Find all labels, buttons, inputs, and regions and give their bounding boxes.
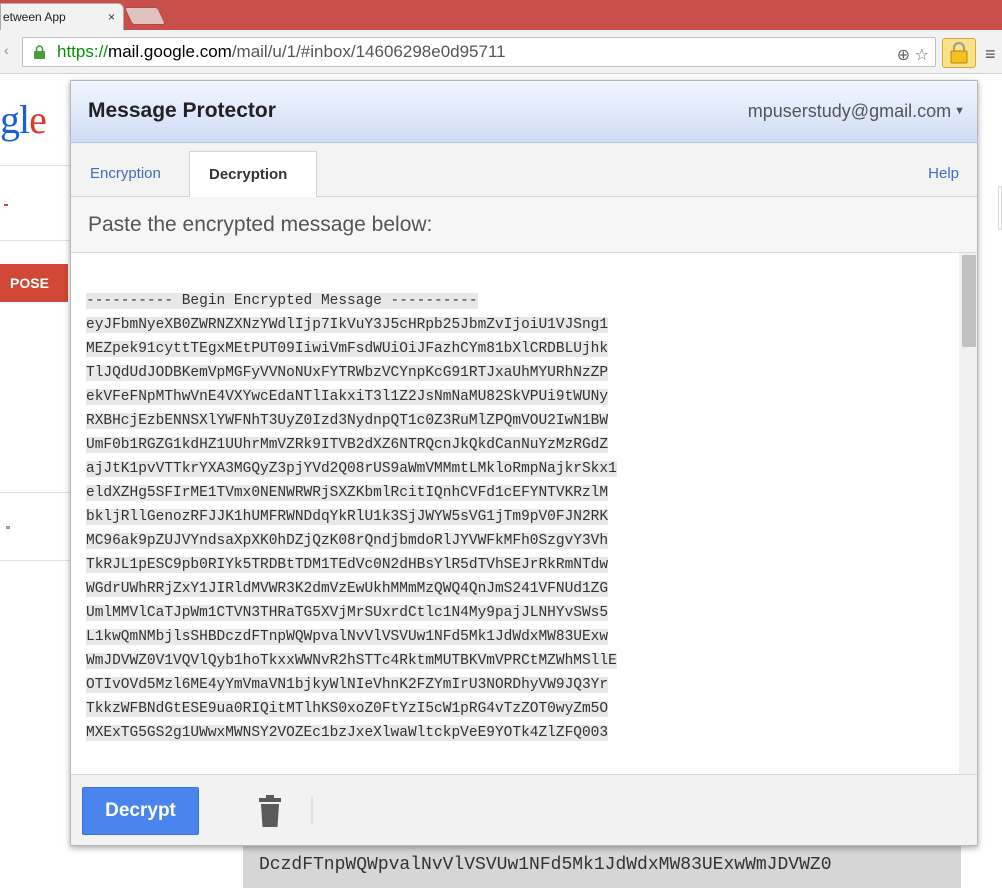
message-line: TkkzWFBNdGtESE9ua0RIQitMTlhKS0xoZ0FtYzI5… bbox=[86, 701, 609, 717]
zoom-star-icon[interactable]: ⊕ ☆ bbox=[897, 42, 929, 70]
divider bbox=[0, 165, 70, 166]
message-line: ekVFeFNpMThwVnE4VXYwcEdaNTlIakxiT3l1Z2Js… bbox=[86, 389, 609, 405]
message-protector-extension-button[interactable] bbox=[942, 38, 976, 68]
tab-decryption[interactable]: Decryption bbox=[189, 151, 317, 198]
popup-header: Message Protector mpuserstudy@gmail.com ▼ bbox=[71, 81, 977, 143]
browser-tab[interactable]: etween App × bbox=[0, 3, 124, 30]
tab-encryption[interactable]: Encryption bbox=[71, 143, 180, 197]
message-line: RXBHcjEzbENNSXlYWFNhT3UyZ0Izd3NydnpQT1c0… bbox=[86, 413, 609, 429]
lock-icon bbox=[34, 45, 45, 59]
browser-tabstrip: etween App × bbox=[0, 0, 1002, 30]
message-line: MXExTG5GS2g1UWwxMWNSY2VOZEc1bzJxeXlwaWlt… bbox=[86, 725, 609, 741]
lock-icon bbox=[950, 42, 968, 64]
message-line: UmlMMVlCaTJpWm1CTVN3THRaTG5XVjMrSUxrdCtl… bbox=[86, 605, 609, 621]
background-message-line: DczdFTnpWQWpvalNvVlVSVUw1NFd5Mk1JdWdxMW8… bbox=[243, 842, 961, 888]
footer-separator bbox=[311, 797, 313, 825]
popup-footer: Decrypt bbox=[71, 775, 977, 845]
message-line: bkljRllGenozRFJJK1hUMFRWNDdqYkRlU1k3SjJW… bbox=[86, 509, 609, 525]
scrollbar-thumb[interactable] bbox=[962, 255, 976, 347]
message-line: MC96ak9pZUJVYndsaXpXK0hDZjQzK08rQndjbmdo… bbox=[86, 533, 609, 549]
message-line: TkRJL1pESC9pb0RIYk5TRDBtTDM1TEdVc0N2dHBs… bbox=[86, 557, 609, 573]
popup-tabs: Encryption Decryption Help bbox=[71, 143, 977, 198]
message-protector-popup: Message Protector mpuserstudy@gmail.com ▼… bbox=[70, 80, 978, 846]
close-tab-icon[interactable]: × bbox=[108, 4, 115, 30]
message-line: eyJFbmNyeXB0ZWRNZXNzYWdlIjp7IkVuY3J5cHRp… bbox=[86, 317, 609, 333]
url-scheme: https:// bbox=[57, 42, 109, 61]
divider bbox=[0, 492, 70, 493]
caret-down-icon: ▼ bbox=[954, 105, 965, 117]
message-line: UmF0b1RGZG1kdHZ1UUhrMmVZRk9ITVB2dXZ6NTRQ… bbox=[86, 437, 609, 453]
page-element-edge bbox=[998, 186, 1002, 230]
scrollbar[interactable] bbox=[959, 253, 977, 774]
encrypted-message-text: ---------- Begin Encrypted Message -----… bbox=[86, 289, 617, 745]
google-logo: gle bbox=[0, 97, 47, 142]
message-line: OTIvOVd5Mzl6ME4yYmVmaVN1bjkyWlNIeVhnK2FZ… bbox=[86, 677, 609, 693]
message-line: L1kwQmNMbjlsSHBDczdFTnpWQWpvalNvVlVSVUw1… bbox=[86, 629, 609, 645]
nav-marker bbox=[6, 526, 10, 529]
url-host: mail.google.com bbox=[108, 42, 232, 61]
popup-title: Message Protector bbox=[88, 99, 276, 122]
message-line: WGdrUWhRRjZxY1JIRldMVWR3K2dmVzEwUkhMMmMz… bbox=[86, 581, 609, 597]
message-line: WmJDVWZ0V1VQVlQyb1hoTkxxWWNvR2hSTTc4Rktm… bbox=[86, 653, 617, 669]
divider bbox=[0, 240, 70, 241]
message-line: MEZpek91cyttTEgxMEtPUT09IiwiVmFsdWUiOiJF… bbox=[86, 341, 609, 357]
browser-tab-title: etween App bbox=[3, 10, 66, 24]
message-line: eldXZHg5SFIrME1TVmx0NENWRWRjSXZKbmlRcitI… bbox=[86, 485, 609, 501]
message-line: ajJtK1pvVTTkrYXA3MGQyZ3pjYVd2Q08rUS9aWmV… bbox=[86, 461, 617, 477]
browser-toolbar: ‹ https://mail.google.com/mail/u/1/#inbo… bbox=[0, 30, 1002, 74]
instruction-text: Paste the encrypted message below: bbox=[71, 197, 977, 253]
menu-icon[interactable]: ≡ bbox=[985, 44, 996, 65]
help-link[interactable]: Help bbox=[928, 143, 959, 205]
decrypt-button[interactable]: Decrypt bbox=[82, 787, 199, 835]
account-email: mpuserstudy@gmail.com bbox=[747, 101, 952, 121]
nav-marker bbox=[4, 204, 8, 206]
back-icon[interactable]: ‹ bbox=[4, 42, 9, 58]
address-bar[interactable]: https://mail.google.com/mail/u/1/#inbox/… bbox=[22, 37, 936, 67]
new-tab-button[interactable] bbox=[123, 7, 167, 25]
url-path: /mail/u/1/#inbox/14606298e0d95711 bbox=[231, 42, 506, 61]
message-line: ---------- Begin Encrypted Message -----… bbox=[86, 293, 478, 309]
message-line: TlJQdUdJODBKemVpMGFyVVNoNUxFYTRWbzVCYnpK… bbox=[86, 365, 609, 381]
compose-button[interactable]: POSE bbox=[0, 264, 68, 302]
account-selector[interactable]: mpuserstudy@gmail.com ▼ bbox=[748, 101, 965, 122]
trash-icon[interactable] bbox=[257, 795, 283, 827]
divider bbox=[0, 560, 70, 561]
encrypted-message-textarea[interactable]: ---------- Begin Encrypted Message -----… bbox=[71, 253, 977, 775]
